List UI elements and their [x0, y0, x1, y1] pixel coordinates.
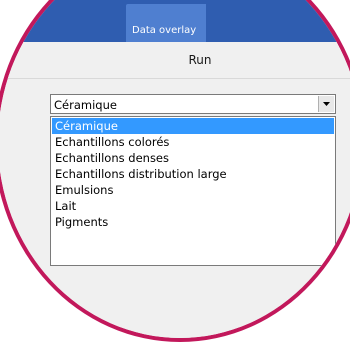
- run-button[interactable]: Run: [170, 42, 230, 78]
- option-pigments[interactable]: Pigments: [52, 214, 334, 230]
- select-value: Céramique: [54, 98, 117, 112]
- chevron-down-icon: [323, 102, 330, 106]
- option-ceramique[interactable]: Céramique: [52, 118, 334, 134]
- tab-data-overlay[interactable]: Data overlay: [126, 4, 206, 42]
- option-echantillons-distribution-large[interactable]: Echantillons distribution large: [52, 166, 334, 182]
- option-lait[interactable]: Lait: [52, 198, 334, 214]
- tab-bar: Data overlay: [0, 0, 350, 42]
- column-header-row: Run: [0, 42, 350, 79]
- sample-type-select[interactable]: Céramique: [50, 94, 336, 114]
- dropdown-arrow-button[interactable]: [318, 96, 334, 112]
- dropdown-list: Céramique Echantillons colorés Echantill…: [50, 116, 336, 266]
- tab-label: Data overlay: [132, 25, 197, 36]
- magnifier-lens: Data overlay Run Céramique Céramique Ech…: [0, 0, 350, 342]
- option-echantillons-denses[interactable]: Echantillons denses: [52, 150, 334, 166]
- panel-content: Run Céramique Céramique Echantillons col…: [0, 42, 350, 338]
- option-echantillons-colores[interactable]: Echantillons colorés: [52, 134, 334, 150]
- option-emulsions[interactable]: Emulsions: [52, 182, 334, 198]
